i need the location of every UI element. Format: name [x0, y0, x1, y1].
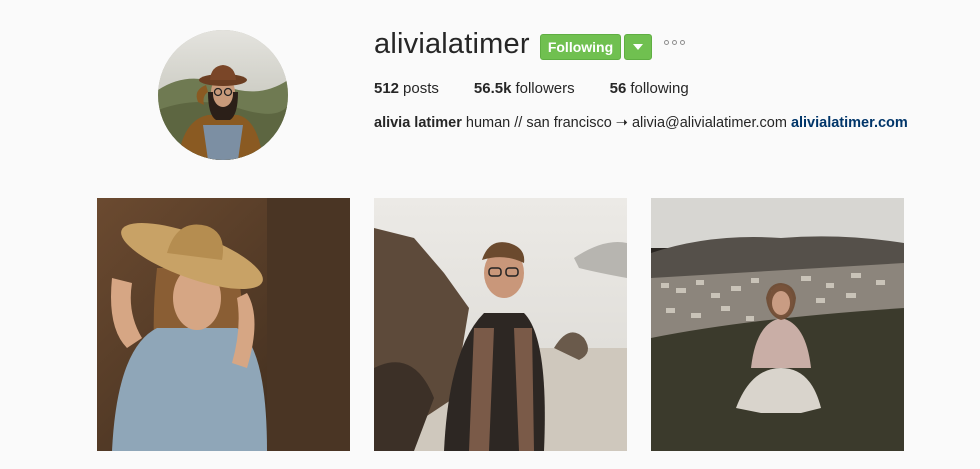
following-count: 56 — [609, 80, 627, 97]
more-options-icon — [664, 40, 669, 45]
more-options-icon — [680, 40, 685, 45]
post-thumbnail-1[interactable] — [97, 198, 350, 451]
profile-full-name: alivia latimer — [374, 115, 462, 131]
more-options-icon — [672, 40, 677, 45]
post-image — [651, 198, 904, 451]
post-image — [97, 198, 350, 451]
post-image — [374, 198, 627, 451]
following-button[interactable]: Following — [540, 34, 621, 60]
posts-count: 512 — [374, 80, 400, 97]
bio-text: human // san francisco ➝ alivia@aliviala… — [461, 115, 791, 131]
followers-stat[interactable]: 56.5k followers — [474, 80, 575, 97]
following-stat[interactable]: 56 following — [610, 80, 689, 97]
suggestions-dropdown-button[interactable] — [624, 34, 652, 60]
followers-label: followers — [515, 80, 575, 97]
following-label: following — [630, 80, 689, 97]
posts-label: posts — [403, 80, 439, 97]
profile-website-link[interactable]: alivialatimer.com — [791, 115, 908, 131]
post-thumbnail-2[interactable] — [374, 198, 627, 451]
caret-down-icon — [633, 44, 643, 50]
post-thumbnail-3[interactable] — [651, 198, 904, 451]
followers-count: 56.5k — [473, 80, 512, 97]
posts-stat: 512 posts — [374, 80, 439, 97]
profile-bio: alivia latimer human // san francisco ➝ … — [374, 115, 908, 131]
more-options-button[interactable] — [664, 40, 685, 45]
profile-avatar[interactable] — [158, 30, 288, 160]
profile-stats: 512 posts 56.5k followers 56 following — [374, 80, 689, 97]
profile-username: alivialatimer — [374, 28, 530, 60]
